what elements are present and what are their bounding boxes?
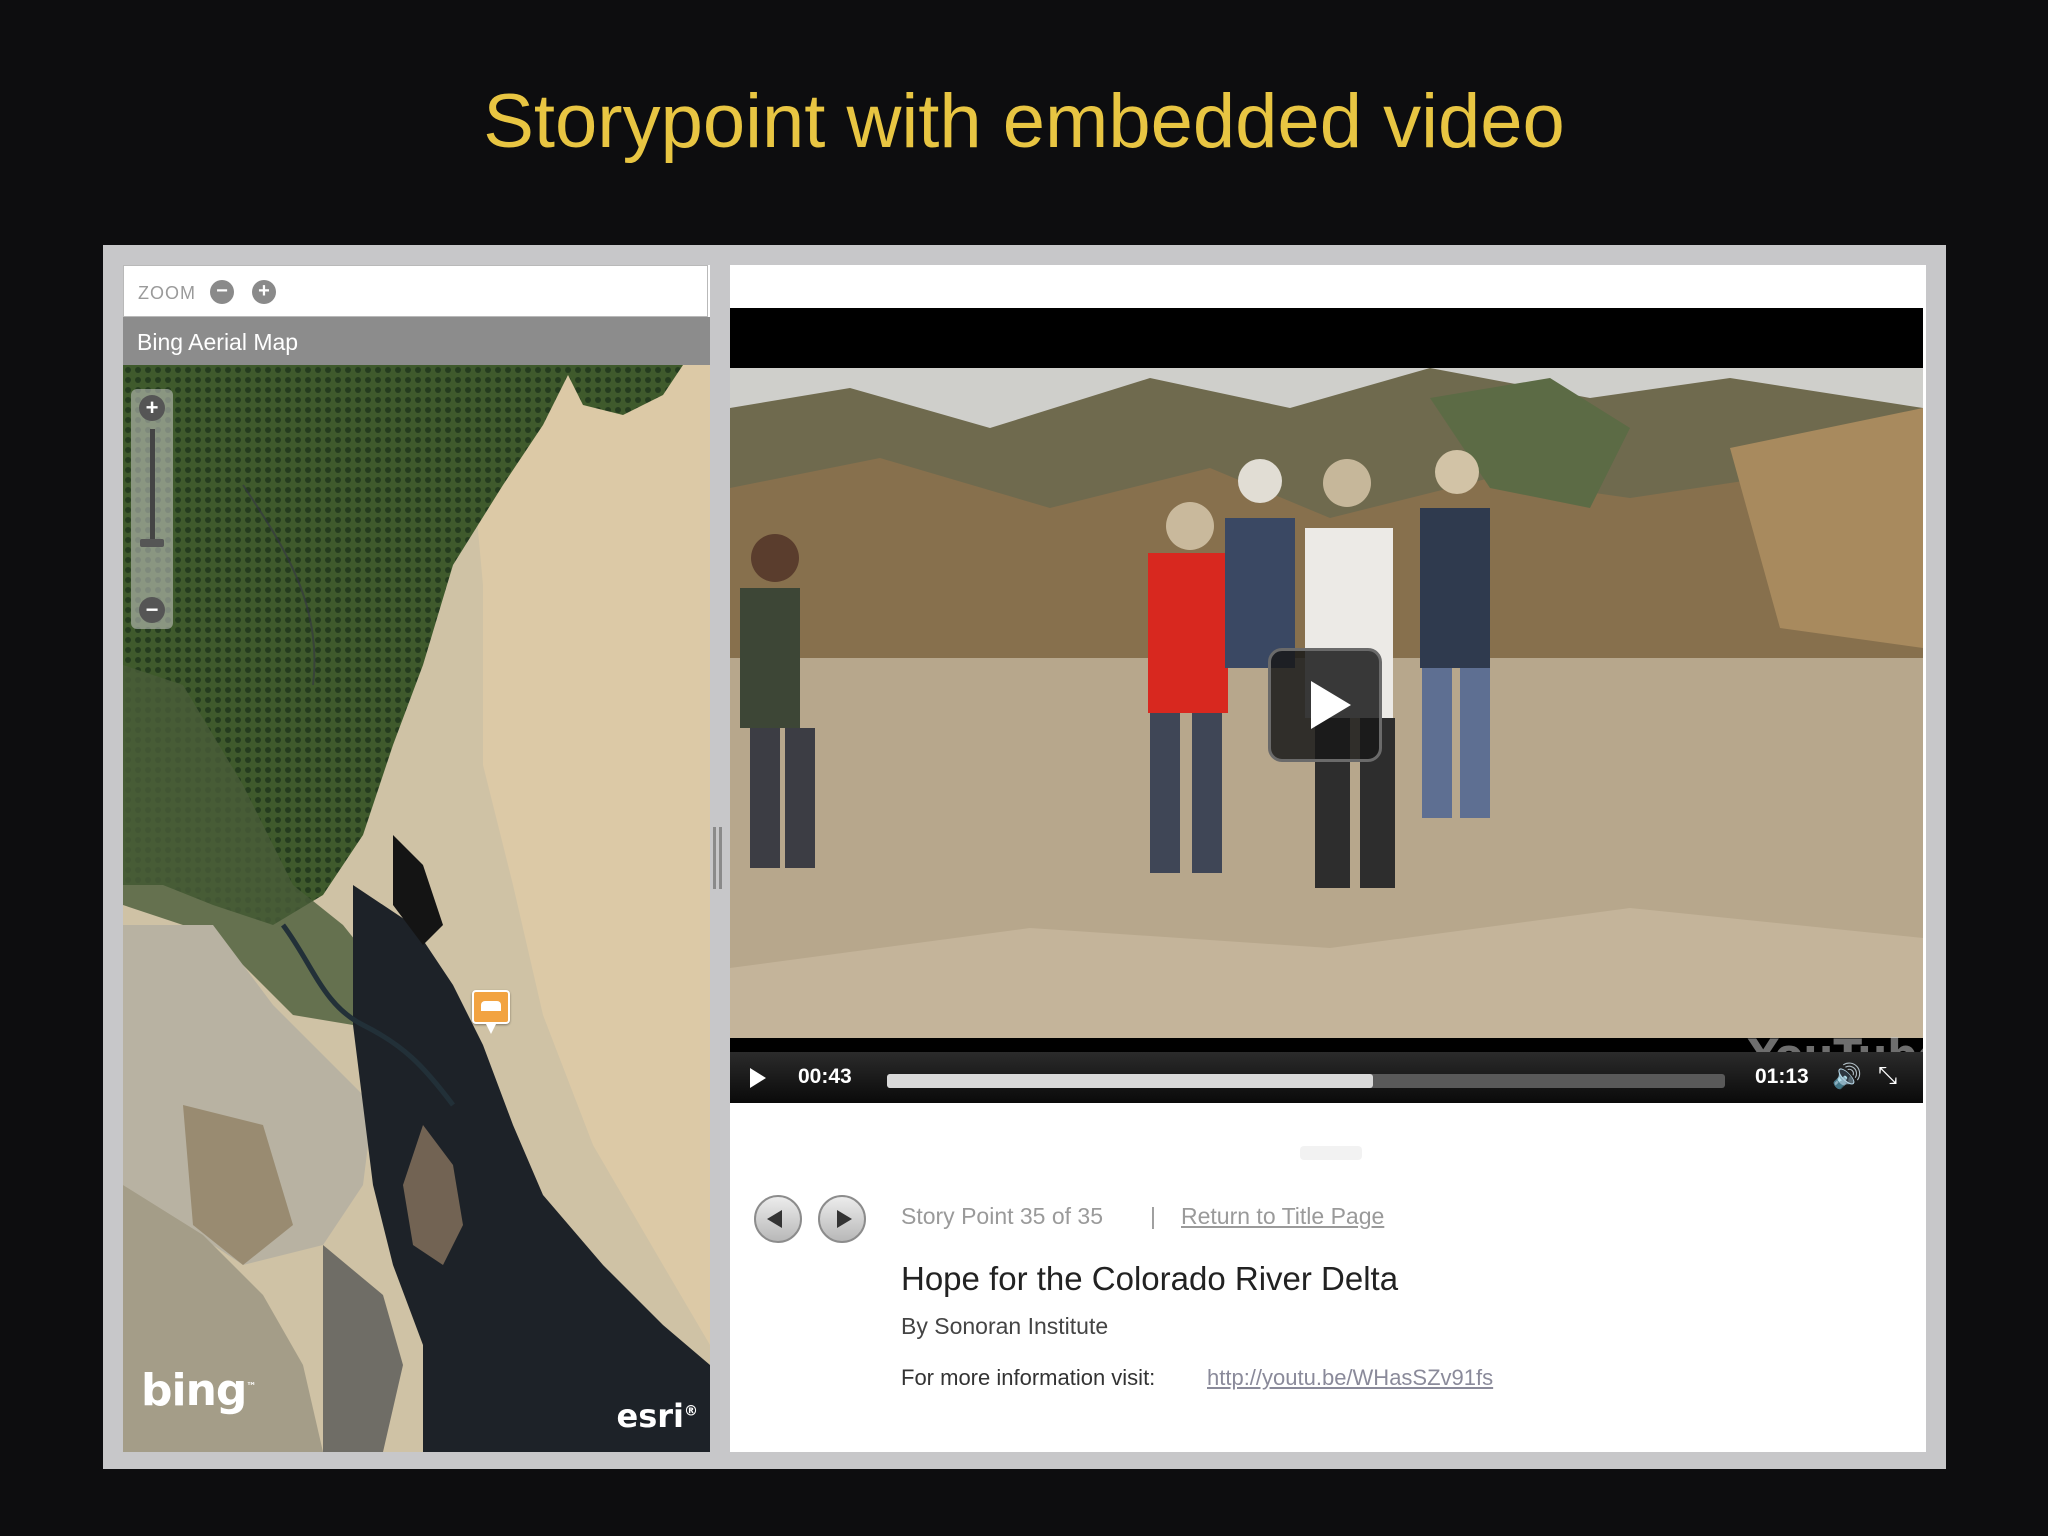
story-content-panel: YouTube 00:43 01:13 🔊 ⤡ Story Point 35 o… [730, 265, 1926, 1452]
aerial-imagery [123, 365, 710, 1452]
fullscreen-icon[interactable]: ⤡ [1878, 1062, 1897, 1090]
zoom-in-button[interactable]: + [252, 280, 276, 304]
video-controls: 00:43 01:13 🔊 ⤡ [730, 1052, 1923, 1103]
slider-track[interactable] [150, 429, 155, 544]
slider-zoom-out-button[interactable]: − [139, 597, 165, 623]
slide-title: Storypoint with embedded video [483, 79, 1565, 164]
zoom-slider[interactable]: + − [131, 389, 173, 629]
slider-zoom-in-button[interactable]: + [139, 395, 165, 421]
separator: | [1150, 1203, 1156, 1229]
return-to-title-link[interactable]: Return to Title Page [1181, 1203, 1384, 1230]
esri-logo: esri® [616, 1397, 699, 1435]
zoom-toolbar: ZOOM − + [123, 265, 708, 317]
bing-logo: bing™ [141, 1365, 256, 1416]
info-label: For more information visit: [901, 1365, 1156, 1390]
map-title: Bing Aerial Map [137, 329, 299, 355]
map-panel: ZOOM − + Bing Aerial Map + − bing™ esri® [123, 265, 710, 1452]
panel-splitter[interactable] [713, 827, 723, 889]
play-icon[interactable] [750, 1068, 766, 1088]
play-overlay-button[interactable] [1268, 648, 1382, 762]
map-title-bar: Bing Aerial Map [123, 317, 710, 365]
duration: 01:13 [1755, 1065, 1809, 1088]
story-author: By Sonoran Institute [901, 1313, 1109, 1339]
story-title: Hope for the Colorado River Delta [901, 1260, 1399, 1297]
story-info-section: Story Point 35 of 35 | Return to Title P… [730, 1103, 1926, 1452]
previous-story-button[interactable] [754, 1195, 802, 1243]
volume-icon[interactable]: 🔊 [1832, 1062, 1862, 1091]
zoom-out-button[interactable]: − [210, 280, 234, 304]
slider-thumb[interactable] [140, 539, 164, 547]
embedded-video-player[interactable]: YouTube 00:43 01:13 🔊 ⤡ [730, 308, 1923, 1103]
aerial-map[interactable]: + − bing™ esri® [123, 365, 710, 1452]
seek-bar-progress [887, 1074, 1374, 1088]
next-story-button[interactable] [818, 1195, 866, 1243]
story-point-marker[interactable] [472, 990, 510, 1034]
info-link[interactable]: http://youtu.be/WHasSZv91fs [1207, 1365, 1493, 1391]
pin-marker-icon [481, 1001, 501, 1011]
seek-bar[interactable] [887, 1074, 1725, 1088]
story-point-counter: Story Point 35 of 35 [901, 1203, 1104, 1229]
drag-handle[interactable] [1300, 1146, 1362, 1160]
current-time: 00:43 [798, 1065, 852, 1088]
zoom-label: ZOOM [138, 283, 196, 303]
